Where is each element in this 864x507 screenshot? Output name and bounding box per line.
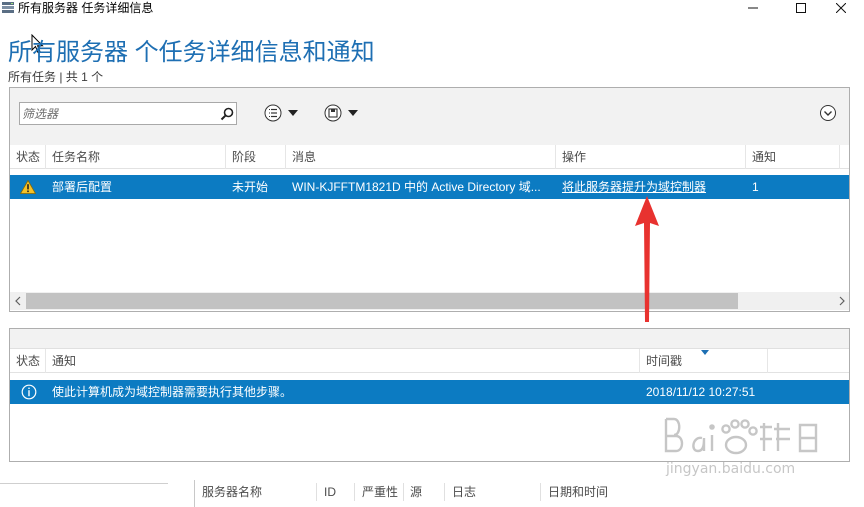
column-header-severity[interactable]: 严重性 (362, 485, 398, 499)
notifications-table-header: 状态 通知 时间戳 (10, 349, 849, 373)
sort-descending-icon (701, 350, 709, 355)
svg-text:jingyan.baidu.com: jingyan.baidu.com (665, 461, 795, 477)
table-row[interactable]: 部署后配置 未开始 WIN-KJFFTM1821D 中的 Active Dire… (10, 175, 849, 199)
window-title: 所有服务器 任务详细信息 (18, 1, 154, 15)
notifications-toolbar (10, 329, 849, 349)
column-header-action[interactable]: 操作 (556, 145, 746, 169)
expand-icon[interactable] (819, 104, 837, 122)
scroll-right-icon[interactable] (836, 295, 848, 307)
divider (354, 483, 355, 501)
tasks-panel: 状态 任务名称 阶段 消息 操作 通知 部署后配置 未开始 WIN-KJFFTM… (9, 87, 850, 312)
list-view-button[interactable] (264, 102, 304, 124)
divider (444, 483, 445, 501)
divider (403, 483, 404, 501)
info-icon (21, 384, 37, 400)
table-row[interactable]: 使此计算机成为域控制器需要执行其他步骤。 2018/11/12 10:27:51 (10, 380, 849, 404)
page-title: 所有服务器 个任务详细信息和通知 (8, 39, 375, 66)
notification-message-cell: 使此计算机成为域控制器需要执行其他步骤。 (52, 385, 293, 399)
list-view-icon (264, 104, 298, 122)
scrollbar-thumb[interactable] (26, 293, 738, 309)
server-manager-icon (2, 2, 14, 13)
save-query-button[interactable] (324, 102, 364, 124)
minimize-button[interactable] (730, 0, 776, 16)
column-header-log[interactable]: 日志 (452, 485, 476, 499)
filter-input[interactable] (22, 105, 212, 122)
column-header-notification[interactable]: 通知 (46, 349, 640, 373)
warning-icon (20, 180, 36, 194)
annotation-arrow-icon (635, 196, 659, 322)
title-bar: 所有服务器 任务详细信息 (0, 0, 864, 16)
divider (0, 483, 168, 484)
column-header-task-name[interactable]: 任务名称 (46, 145, 226, 169)
close-icon (836, 3, 846, 13)
task-count-label: 所有任务 | 共 1 个 (8, 70, 104, 84)
divider (194, 480, 195, 507)
save-query-icon (324, 104, 358, 122)
divider (316, 483, 317, 501)
notification-count-cell: 1 (752, 180, 759, 194)
column-header-status[interactable]: 状态 (10, 349, 46, 373)
message-cell: WIN-KJFFTM1821D 中的 Active Directory 域... (292, 180, 541, 194)
column-header-stage[interactable]: 阶段 (226, 145, 286, 169)
horizontal-scrollbar[interactable] (10, 292, 849, 310)
column-header-message[interactable]: 消息 (286, 145, 556, 169)
search-icon[interactable] (219, 106, 235, 122)
divider (540, 483, 541, 501)
task-name-cell: 部署后配置 (52, 180, 113, 194)
column-header-server-name[interactable]: 服务器名称 (202, 485, 262, 499)
stage-cell: 未开始 (232, 180, 269, 194)
column-header-source[interactable]: 源 (410, 485, 422, 499)
minimize-icon (748, 7, 758, 9)
column-header-date-time[interactable]: 日期和时间 (548, 485, 608, 499)
scroll-left-icon[interactable] (12, 295, 24, 307)
column-header-notification[interactable]: 通知 (746, 145, 840, 169)
column-header-status[interactable]: 状态 (10, 145, 46, 169)
tasks-table-header: 状态 任务名称 阶段 消息 操作 通知 (10, 145, 849, 169)
events-table-header: 服务器名称 ID 严重性 源 日志 日期和时间 (0, 480, 864, 507)
close-button[interactable] (818, 0, 864, 16)
timestamp-cell: 2018/11/12 10:27:51 (646, 385, 756, 399)
tasks-toolbar (10, 88, 849, 145)
column-header-id[interactable]: ID (324, 485, 336, 499)
baidu-watermark-icon: jingyan.baidu.com (664, 417, 818, 477)
maximize-icon (796, 3, 806, 13)
filter-box[interactable] (19, 102, 237, 125)
